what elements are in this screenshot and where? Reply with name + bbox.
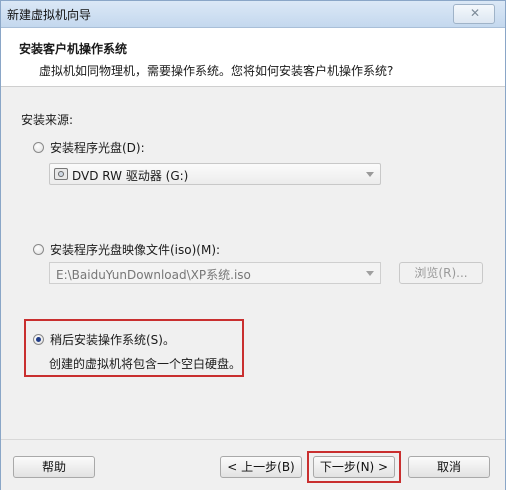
disc-drive-select[interactable]: DVD RW 驱动器 (G:): [49, 163, 381, 185]
wizard-footer: 帮助 < 上一步(B) 下一步(N) > 取消: [1, 439, 505, 490]
browse-button[interactable]: 浏览(R)...: [399, 262, 483, 284]
radio-disc-label: 安装程序光盘(D):: [50, 141, 145, 155]
dvd-drive-icon: [54, 168, 68, 180]
highlight-box-next: [307, 451, 401, 483]
install-source-label: 安装来源:: [21, 113, 74, 127]
chevron-down-icon: [366, 172, 374, 177]
radio-option-disc[interactable]: 安装程序光盘(D):: [33, 139, 145, 156]
back-button[interactable]: < 上一步(B): [220, 456, 302, 478]
install-later-description: 创建的虚拟机将包含一个空白硬盘。: [49, 357, 242, 371]
close-icon: ✕: [470, 6, 481, 20]
page-title: 安装客户机操作系统: [19, 42, 128, 56]
cancel-button[interactable]: 取消: [408, 456, 490, 478]
iso-path-combo[interactable]: E:\BaiduYunDownload\XP系统.iso: [49, 262, 381, 284]
wizard-window: 新建虚拟机向导 ✕ 安装客户机操作系统 虚拟机如同物理机，需要操作系统。您将如何…: [0, 0, 506, 490]
radio-disc[interactable]: [33, 142, 44, 153]
radio-later-label: 稍后安装操作系统(S)。: [50, 333, 175, 347]
close-button[interactable]: ✕: [453, 4, 495, 24]
iso-path-value: E:\BaiduYunDownload\XP系统.iso: [56, 268, 251, 282]
radio-option-later[interactable]: 稍后安装操作系统(S)。: [33, 331, 175, 348]
title-bar: 新建虚拟机向导 ✕: [1, 1, 505, 28]
radio-iso-label: 安装程序光盘映像文件(iso)(M):: [50, 243, 221, 257]
wizard-body: 安装来源: 安装程序光盘(D): DVD RW 驱动器 (G:) 安装程序光盘映…: [1, 87, 505, 439]
disc-drive-value: DVD RW 驱动器 (G:): [72, 169, 189, 183]
radio-iso[interactable]: [33, 244, 44, 255]
window-title: 新建虚拟机向导: [7, 8, 92, 22]
radio-option-iso[interactable]: 安装程序光盘映像文件(iso)(M):: [33, 241, 220, 258]
page-description: 虚拟机如同物理机，需要操作系统。您将如何安装客户机操作系统?: [39, 64, 394, 78]
wizard-header: 安装客户机操作系统 虚拟机如同物理机，需要操作系统。您将如何安装客户机操作系统?: [1, 28, 505, 87]
help-button[interactable]: 帮助: [13, 456, 95, 478]
chevron-down-icon: [366, 271, 374, 276]
radio-later[interactable]: [33, 334, 44, 345]
